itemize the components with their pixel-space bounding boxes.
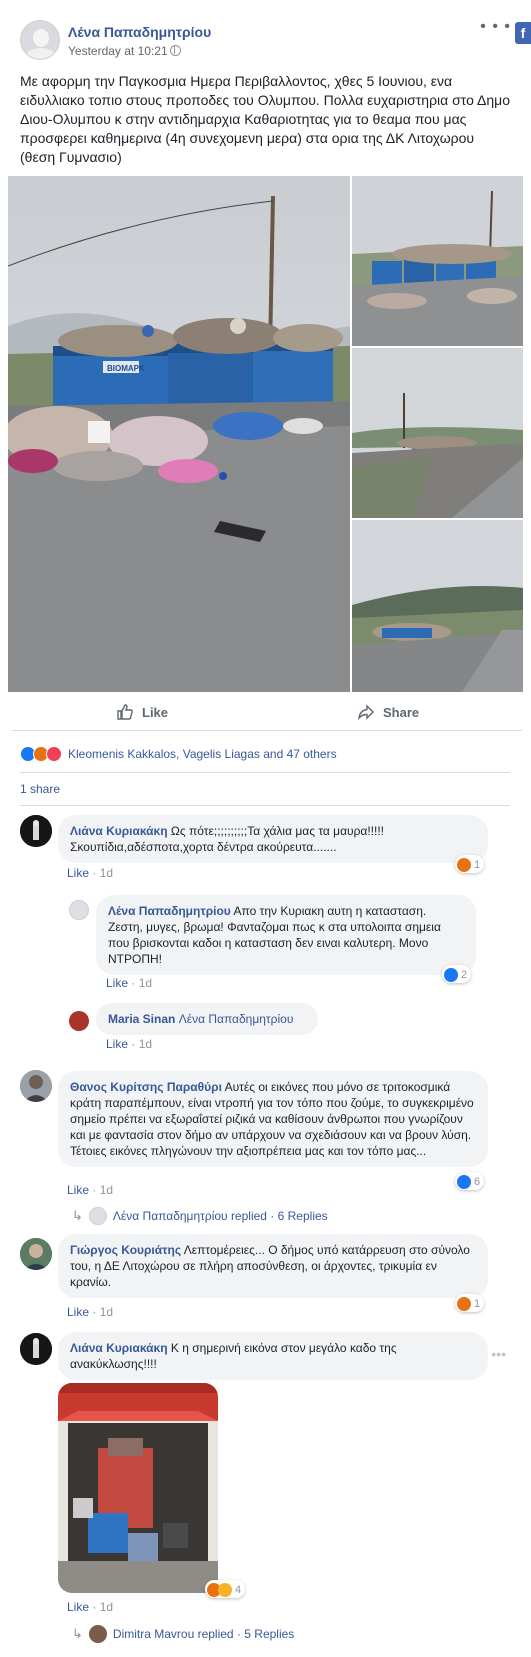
like-reaction-icon bbox=[457, 1174, 471, 1189]
comment-meta: Like · 1d bbox=[67, 1600, 114, 1614]
comment-like-button[interactable]: Like bbox=[67, 1305, 89, 1319]
more-options-icon[interactable]: • • • bbox=[480, 18, 511, 36]
author-avatar[interactable] bbox=[20, 20, 60, 60]
comment-meta: Like · 1d bbox=[67, 866, 114, 880]
comment-time[interactable]: 1d bbox=[100, 1183, 113, 1197]
comment-time[interactable]: 1d bbox=[100, 866, 113, 880]
post-photo-main[interactable]: ΒΙΟΜΑΡΚ bbox=[8, 176, 350, 692]
commenter-avatar[interactable] bbox=[20, 1070, 52, 1102]
reaction-names[interactable]: Kleomenis Kakkalos, Vagelis Liagas and 4… bbox=[68, 747, 337, 761]
reply-bubble: Λένα Παπαδημητρίου Απο την Κυριακη αυτη … bbox=[96, 895, 476, 975]
post-photo-2[interactable] bbox=[352, 176, 523, 346]
love-reaction-icon bbox=[46, 746, 62, 762]
share-button[interactable]: Share bbox=[357, 703, 419, 721]
divider bbox=[20, 805, 510, 806]
reply-bubble: Maria Sinan Λένα Παπαδημητρίου bbox=[96, 1003, 318, 1035]
mention-link[interactable]: Λένα Παπαδημητρίου bbox=[179, 1012, 294, 1026]
commenter-name[interactable]: Γιώργος Κουριάτης bbox=[70, 1243, 181, 1257]
comment-reaction-count[interactable]: 1 bbox=[455, 855, 485, 873]
commenter-name[interactable]: Λιάνα Κυριακάκη bbox=[70, 1341, 168, 1355]
thumbs-up-icon bbox=[117, 704, 133, 720]
post-action-bar: Like Share bbox=[12, 695, 522, 731]
post-photo-4[interactable] bbox=[352, 520, 523, 692]
reply-avatar bbox=[88, 1207, 107, 1225]
replied-text[interactable]: Λένα Παπαδημητρίου replied · 6 Replies bbox=[113, 1209, 328, 1223]
reaction-count: 6 bbox=[474, 1175, 481, 1188]
comment-time[interactable]: 1d bbox=[139, 1037, 152, 1051]
post-card: f Λένα Παπαδημητρίου Yesterday at 10:21 … bbox=[0, 0, 531, 1657]
angry-reaction-icon bbox=[457, 857, 471, 872]
commenter-name[interactable]: Λένα Παπαδημητρίου bbox=[108, 904, 231, 918]
comment-time[interactable]: 1d bbox=[139, 976, 152, 990]
like-label: Like bbox=[142, 704, 169, 720]
divider bbox=[20, 772, 510, 773]
view-replies-link[interactable]: ↳ Dimitra Mavrou replied · 5 Replies bbox=[72, 1625, 294, 1643]
commenter-name[interactable]: Λιάνα Κυριακάκη bbox=[70, 824, 168, 838]
commenter-avatar[interactable] bbox=[20, 815, 52, 847]
comment-reaction-count[interactable]: 1 bbox=[455, 1294, 485, 1312]
more-options-icon[interactable]: ••• bbox=[491, 1346, 506, 1362]
comment-time[interactable]: 1d bbox=[100, 1600, 113, 1614]
comment-bubble: Γιώργος Κουριάτης Λεπτομέρειες... Ο δήμο… bbox=[58, 1234, 488, 1298]
reaction-count: 4 bbox=[235, 1583, 242, 1596]
share-arrow-icon bbox=[357, 704, 374, 721]
post-header: Λένα Παπαδημητρίου Yesterday at 10:21 bbox=[20, 18, 490, 62]
reply-avatar[interactable] bbox=[69, 900, 89, 920]
commenter-name[interactable]: Θανος Κυρίτσης Παραθύρι bbox=[70, 1080, 222, 1094]
globe-icon bbox=[170, 45, 181, 56]
comment-like-button[interactable]: Like bbox=[67, 1183, 89, 1197]
replied-text[interactable]: Dimitra Mavrou replied · 5 Replies bbox=[113, 1627, 294, 1641]
share-label: Share bbox=[383, 704, 420, 720]
commenter-name[interactable]: Maria Sinan bbox=[108, 1012, 175, 1026]
like-button[interactable]: Like bbox=[116, 703, 168, 721]
reply-arrow-icon: ↳ bbox=[72, 1626, 83, 1641]
commenter-avatar[interactable] bbox=[20, 1238, 52, 1270]
reply-avatar bbox=[88, 1625, 107, 1643]
comment-like-button[interactable]: Like bbox=[67, 1600, 89, 1614]
comment-time[interactable]: 1d bbox=[100, 1305, 113, 1319]
post-text: Με αφορμη την Παγκοσμια Ημερα Περιβαλλον… bbox=[20, 73, 510, 165]
comment-bubble: Λιάνα Κυριακάκη Ως πότε;;;;;;;;;;Τα χάλι… bbox=[58, 815, 488, 863]
comment-like-button[interactable]: Like bbox=[106, 1037, 128, 1051]
comment-bubble: Θανος Κυρίτσης Παραθύρι Αυτές οι εικόνες… bbox=[58, 1071, 488, 1167]
reply-avatar[interactable] bbox=[69, 1011, 89, 1031]
comment-meta: Like · 1d bbox=[67, 1183, 114, 1197]
laugh-reaction-icon bbox=[218, 1582, 232, 1597]
commenter-avatar[interactable] bbox=[20, 1333, 52, 1365]
reaction-count: 1 bbox=[474, 858, 481, 871]
reaction-count: 1 bbox=[474, 1297, 481, 1310]
comment-like-button[interactable]: Like bbox=[67, 866, 89, 880]
reaction-count: 2 bbox=[461, 968, 468, 981]
post-timestamp[interactable]: Yesterday at 10:21 bbox=[68, 44, 168, 58]
angry-reaction-icon bbox=[457, 1296, 471, 1311]
comment-reaction-count[interactable]: 2 bbox=[442, 965, 472, 983]
author-name[interactable]: Λένα Παπαδημητρίου bbox=[68, 24, 211, 40]
reply-arrow-icon: ↳ bbox=[72, 1208, 83, 1223]
comment-like-button[interactable]: Like bbox=[106, 976, 128, 990]
comment-reaction-count[interactable]: 6 bbox=[455, 1172, 485, 1190]
share-count[interactable]: 1 share bbox=[20, 782, 60, 796]
comment-meta: Like · 1d bbox=[106, 976, 153, 990]
view-replies-link[interactable]: ↳ Λένα Παπαδημητρίου replied · 6 Replies bbox=[72, 1207, 328, 1225]
facebook-icon[interactable]: f bbox=[515, 22, 531, 44]
post-photo-3[interactable] bbox=[352, 348, 523, 518]
comment-reaction-count[interactable]: 4 bbox=[205, 1580, 246, 1598]
comment-bubble: Λιάνα Κυριακάκη Κ η σημερινή εικόνα στον… bbox=[58, 1332, 488, 1380]
bin-label: ΒΙΟΜΑΡΚ bbox=[107, 364, 145, 373]
comment-meta: Like · 1d bbox=[106, 1037, 153, 1051]
comment-meta: Like · 1d bbox=[67, 1305, 114, 1319]
comment-photo[interactable] bbox=[58, 1383, 218, 1593]
reaction-summary[interactable]: Kleomenis Kakkalos, Vagelis Liagas and 4… bbox=[20, 745, 337, 763]
like-reaction-icon bbox=[444, 967, 458, 982]
